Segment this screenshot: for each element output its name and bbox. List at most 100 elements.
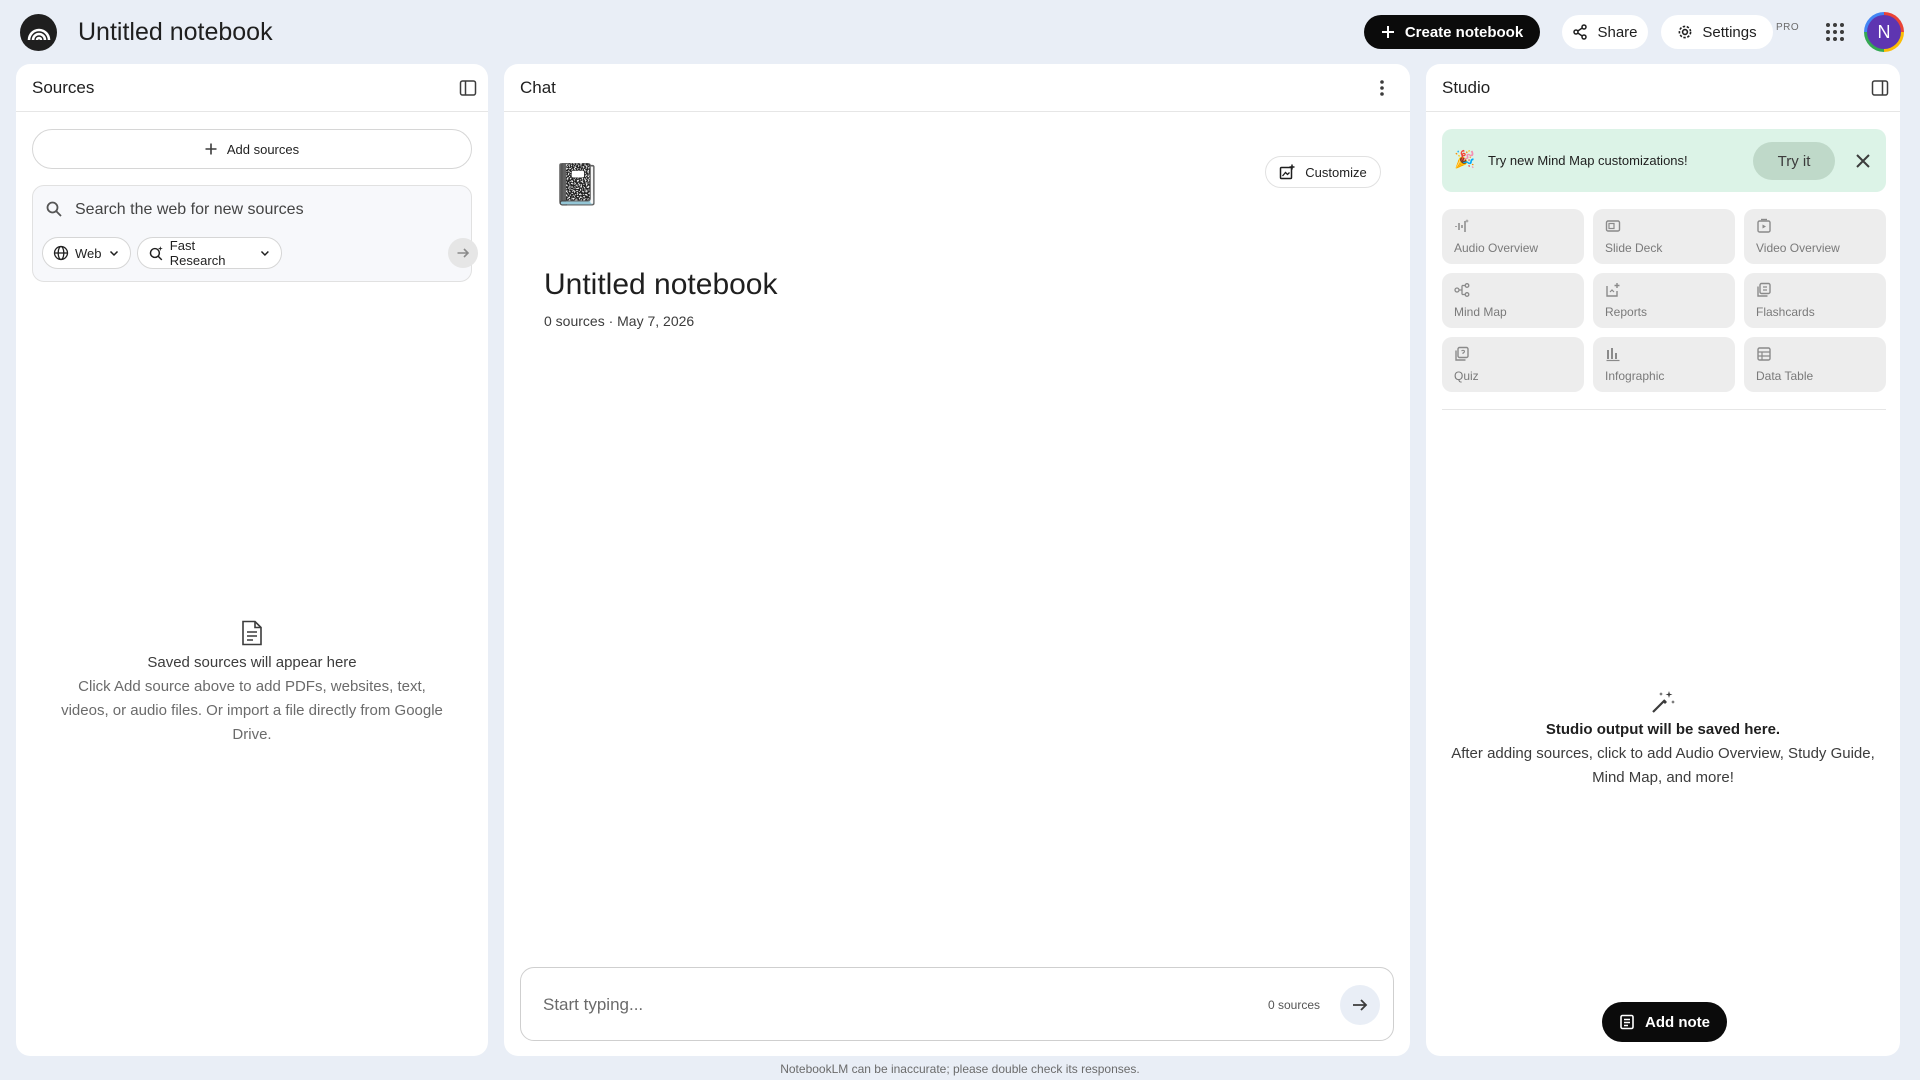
gear-icon: [1678, 25, 1692, 39]
studio-tile-quiz[interactable]: Quiz: [1442, 337, 1584, 392]
chat-title: Chat: [520, 77, 556, 97]
party-icon: 🎉: [1454, 150, 1476, 169]
chat-notebook-meta: 0 sources · May 7, 2026: [544, 313, 695, 329]
arrow-right-icon: [457, 248, 470, 258]
note-icon: [1620, 1014, 1634, 1030]
pro-badge: PRO: [1776, 22, 1800, 33]
customize-icon: [1280, 164, 1295, 180]
studio-divider: [1442, 409, 1886, 410]
web-search-input[interactable]: [75, 196, 455, 224]
banner-text: Try new Mind Map customizations!: [1488, 153, 1688, 168]
studio-tile-flashcards[interactable]: Flashcards: [1744, 273, 1886, 328]
sources-header: Sources: [16, 64, 488, 112]
studio-tile-mind-map[interactable]: Mind Map: [1442, 273, 1584, 328]
tile-label: Flashcards: [1756, 305, 1815, 319]
globe-icon: [53, 245, 69, 261]
chevron-down-icon: [109, 250, 118, 257]
studio-header: Studio: [1426, 64, 1900, 112]
plus-icon: [1381, 26, 1394, 38]
infographic-icon: [1606, 348, 1620, 362]
apps-grid-icon[interactable]: [1823, 20, 1847, 44]
studio-title: Studio: [1442, 77, 1491, 97]
magic-wand-icon: [1652, 691, 1675, 713]
research-chip-label: Fast Research: [169, 238, 226, 268]
chat-source-count: 0 sources: [1268, 998, 1321, 1012]
search-submit-button[interactable]: [448, 238, 478, 268]
tile-label: Data Table: [1756, 369, 1814, 383]
try-it-button[interactable]: Try it: [1753, 142, 1835, 180]
web-chip-label: Web: [75, 245, 102, 261]
settings-label: Settings: [1702, 23, 1757, 41]
chevron-down-icon: [261, 250, 270, 257]
studio-tile-data-table[interactable]: Data Table: [1744, 337, 1886, 392]
tile-label: Quiz: [1454, 369, 1479, 383]
sources-title: Sources: [32, 77, 95, 97]
studio-tile-reports[interactable]: Reports: [1593, 273, 1735, 328]
customize-label: Customize: [1305, 164, 1367, 180]
studio-empty-title: Studio output will be saved here.: [1545, 721, 1781, 738]
studio-tile-audio-overview[interactable]: Audio Overview: [1442, 209, 1584, 264]
chat-panel: Chat 📓 Customize Untitled notebook 0 sou…: [504, 64, 1410, 1056]
search-icon: [46, 201, 62, 217]
share-icon: [1573, 24, 1588, 40]
mind-map-promo-banner: 🎉 Try new Mind Map customizations! Try i…: [1442, 129, 1886, 192]
tile-label: Slide Deck: [1605, 241, 1663, 255]
settings-button[interactable]: Settings: [1661, 15, 1773, 49]
studio-tile-infographic[interactable]: Infographic: [1593, 337, 1735, 392]
more-vert-icon[interactable]: [1372, 78, 1392, 98]
studio-panel: Studio 🎉 Try new Mind Map customizations…: [1426, 64, 1900, 1056]
studio-empty-description: After adding sources, click to add Audio…: [1451, 745, 1875, 786]
add-note-label: Add note: [1645, 1013, 1710, 1031]
tile-label: Infographic: [1605, 369, 1665, 383]
video-icon: [1757, 218, 1771, 233]
mind-map-icon: [1454, 283, 1470, 297]
data-table-icon: [1757, 347, 1771, 361]
plus-icon: [205, 143, 217, 155]
document-icon: [242, 620, 262, 646]
sparkle-search-icon: [149, 246, 163, 261]
studio-empty-state: Studio output will be saved here. After …: [1426, 689, 1900, 790]
add-note-button[interactable]: Add note: [1602, 1002, 1727, 1042]
notebook-title[interactable]: Untitled notebook: [78, 18, 273, 47]
chat-input[interactable]: [543, 990, 1243, 1020]
studio-tile-slide-deck[interactable]: Slide Deck: [1593, 209, 1735, 264]
slides-icon: [1605, 220, 1621, 232]
customize-button[interactable]: Customize: [1265, 156, 1381, 188]
notebooklm-logo[interactable]: [20, 14, 57, 51]
notebook-emoji[interactable]: 📓: [552, 165, 602, 205]
app-header: Untitled notebook Create notebook Share …: [0, 0, 1920, 64]
research-mode-dropdown[interactable]: Fast Research: [137, 237, 282, 269]
web-source-dropdown[interactable]: Web: [42, 237, 131, 269]
notebooklm-logo-icon: [27, 28, 50, 40]
sources-empty-title: Saved sources will appear here: [147, 654, 357, 671]
sources-panel: Sources Add sources Web: [16, 64, 488, 1056]
sources-empty-state: Saved sources will appear here Click Add…: [16, 620, 488, 747]
chat-input-box: 0 sources: [520, 967, 1394, 1041]
sources-empty-description: Click Add source above to add PDFs, webs…: [61, 678, 443, 743]
disclaimer-text: NotebookLM can be inaccurate; please dou…: [780, 1062, 1140, 1076]
collapse-panel-icon[interactable]: [458, 78, 478, 98]
close-icon[interactable]: [1854, 152, 1872, 170]
quiz-icon: [1455, 346, 1469, 361]
tile-label: Mind Map: [1454, 305, 1507, 319]
collapse-panel-icon[interactable]: [1870, 78, 1890, 98]
create-notebook-button[interactable]: Create notebook: [1364, 15, 1540, 49]
share-button[interactable]: Share: [1562, 15, 1648, 49]
studio-tile-video-overview[interactable]: Video Overview: [1744, 209, 1886, 264]
arrow-right-icon: [1353, 999, 1368, 1011]
add-sources-button[interactable]: Add sources: [32, 129, 472, 169]
reports-icon: [1606, 283, 1620, 297]
chat-notebook-title: Untitled notebook: [544, 268, 778, 301]
avatar-initial: N: [1867, 15, 1901, 49]
audio-wave-icon: [1455, 219, 1469, 232]
share-label: Share: [1597, 23, 1638, 41]
web-search-box: Web Fast Research: [32, 185, 478, 282]
chat-send-button[interactable]: [1340, 985, 1380, 1025]
tile-label: Video Overview: [1756, 241, 1840, 255]
add-sources-label: Add sources: [226, 141, 300, 157]
chat-header: Chat: [504, 64, 1410, 112]
flashcards-icon: [1757, 282, 1771, 297]
create-notebook-label: Create notebook: [1404, 23, 1524, 41]
tile-label: Reports: [1605, 305, 1648, 319]
account-avatar[interactable]: N: [1864, 12, 1904, 52]
